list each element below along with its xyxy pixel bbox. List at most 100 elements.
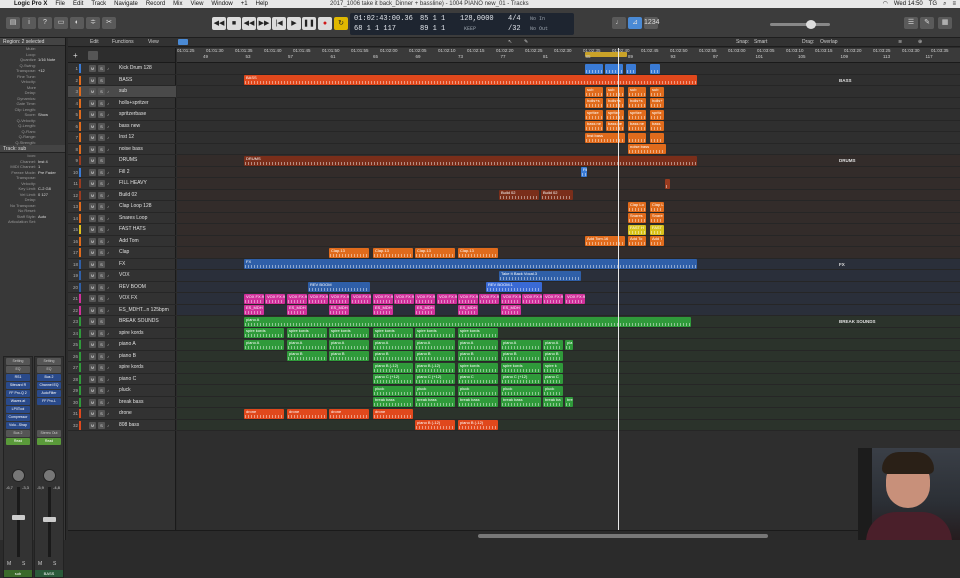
track-lane[interactable] [177, 385, 960, 397]
region[interactable]: piano B [287, 351, 327, 361]
track-mute-button[interactable]: M [89, 341, 96, 348]
region[interactable]: ES_MDH [373, 305, 393, 315]
track-header[interactable]: 6 M S ♪ bass new [68, 121, 176, 133]
playhead[interactable] [618, 48, 619, 530]
track-lane[interactable] [177, 86, 960, 98]
track-solo-button[interactable]: S [98, 180, 105, 187]
track-header[interactable]: 21 M S ♪ VOX FX [68, 293, 176, 305]
region[interactable]: ES_MDH [244, 305, 264, 315]
region[interactable]: piano A [244, 339, 284, 350]
count-in-icon[interactable]: 1234 [644, 17, 660, 29]
track-header[interactable]: 31 M S ♪ drone [68, 408, 176, 420]
track-lane[interactable] [177, 362, 960, 374]
track-mute-button[interactable]: M [89, 145, 96, 153]
region[interactable]: sub [650, 86, 664, 97]
fast-rewind-button[interactable]: ◀◀ [242, 17, 256, 30]
track-header[interactable]: 2 M S BASS [68, 75, 176, 86]
menu-navigate[interactable]: Navigate [110, 0, 142, 8]
add-track-icon[interactable]: + [73, 51, 83, 60]
menu-file[interactable]: File [51, 0, 69, 8]
strip-setting-button[interactable]: Setting [37, 358, 61, 365]
track-name[interactable]: 808 bass [119, 420, 169, 432]
track-mute-button[interactable]: M [89, 88, 96, 95]
track-mute-button[interactable]: M [89, 226, 96, 233]
track-solo-button[interactable]: S [98, 226, 105, 233]
inspector-value[interactable]: Show [38, 112, 48, 118]
track-lane[interactable] [177, 201, 960, 213]
region[interactable]: FAST [650, 224, 664, 235]
menu-plus1[interactable]: +1 [237, 0, 252, 8]
region[interactable]: Clap.13 [415, 247, 455, 258]
region[interactable]: spire kords [458, 362, 498, 373]
track-solo-button[interactable]: S [98, 76, 105, 84]
track-solo-button[interactable]: S [98, 352, 105, 360]
solo-button[interactable]: S [53, 561, 56, 567]
track-mute-button[interactable]: M [89, 283, 96, 291]
scrollbar-thumb[interactable] [478, 534, 768, 538]
region[interactable]: Build 02 [499, 190, 539, 200]
plugin-slot[interactable]: Sitecard R [6, 382, 30, 389]
track-solo-button[interactable]: S [98, 260, 105, 268]
horizontal-scrollbar[interactable] [68, 530, 960, 540]
track-solo-button[interactable]: S [98, 249, 105, 256]
track-lane[interactable] [177, 235, 960, 247]
automation-mode[interactable]: Read [37, 438, 61, 445]
region[interactable]: sub [606, 86, 624, 97]
track-solo-button[interactable]: S [98, 387, 105, 394]
track-header[interactable]: 24 M S ♪ spire kords [68, 328, 176, 340]
region[interactable]: VOX FX.9 [308, 293, 328, 304]
spotlight-icon[interactable]: ⌕ [943, 0, 946, 8]
track-mute-button[interactable]: M [89, 398, 96, 406]
track-solo-button[interactable]: S [98, 122, 105, 130]
region[interactable]: spritz [650, 109, 664, 120]
volume-fader[interactable] [12, 515, 25, 520]
track-lane[interactable] [177, 247, 960, 259]
track-mute-button[interactable]: M [89, 134, 96, 141]
track-lane[interactable] [177, 143, 960, 155]
library-icon[interactable]: ▤ [6, 17, 20, 29]
track-mute-button[interactable]: M [89, 191, 96, 199]
plugin-slot[interactable]: FF Pro-L [37, 398, 61, 405]
track-solo-button[interactable]: S [98, 145, 105, 153]
region[interactable]: drone [244, 408, 284, 419]
track-name[interactable]: holls+spritzer [119, 98, 169, 110]
region[interactable]: VOX FX.9 [415, 293, 435, 304]
track-name[interactable]: Kick Drum 128 [119, 63, 169, 75]
region[interactable]: bass ne [628, 121, 646, 131]
track-header[interactable]: 32 M S ♪ 808 bass [68, 420, 176, 432]
track-header[interactable]: 4 M S ♪ holls+spritzer [68, 98, 176, 110]
region[interactable]: VOX FX.9 [244, 293, 264, 304]
region[interactable]: Build 02 [541, 190, 573, 200]
track-name[interactable]: noise bass [119, 144, 169, 156]
strip-send-slot[interactable]: RS1 [6, 374, 30, 381]
region[interactable]: VOX FX.9 [522, 293, 542, 304]
region[interactable]: Add Tom.16 [585, 236, 625, 246]
region[interactable]: VOX FX.9 [565, 293, 585, 304]
region[interactable]: REV BOOM.1 [486, 282, 542, 292]
inspector-row[interactable]: Articulation Set: [0, 219, 65, 225]
plugin-slot[interactable]: Volu...Shap [6, 422, 30, 429]
inspector-value[interactable]: +12 [38, 68, 45, 74]
track-name[interactable]: bass new [119, 121, 169, 133]
pan-knob[interactable] [12, 469, 25, 482]
region[interactable]: Add To [628, 236, 646, 246]
region[interactable]: Clap Lo [628, 201, 646, 212]
track-mute-button[interactable]: M [89, 99, 96, 107]
track-mute-button[interactable]: M [89, 375, 96, 383]
track-mute-button[interactable]: M [89, 76, 96, 84]
region[interactable]: VOX FX.9 [329, 293, 349, 304]
mixer-icon[interactable]: ≑ [86, 17, 100, 29]
track-name[interactable]: spire kords [119, 328, 169, 340]
plugin-slot[interactable]: LP0Tool [6, 406, 30, 413]
region[interactable]: pia [565, 339, 573, 350]
pencil-tool-icon[interactable]: ✎ [524, 39, 528, 45]
stop-button[interactable]: ❚❚ [302, 17, 316, 30]
inspector-value[interactable]: 1/16 Note [38, 57, 55, 63]
track-name[interactable]: REV BOOM [119, 282, 169, 294]
track-name[interactable]: Clap Loop 128 [119, 201, 169, 213]
region[interactable]: FX [244, 259, 697, 269]
track-solo-button[interactable]: S [98, 88, 105, 95]
track-mute-button[interactable]: M [89, 168, 96, 176]
track-header[interactable]: 20 M S ♪ REV BOOM [68, 282, 176, 294]
track-name[interactable]: Add Tom [119, 236, 169, 248]
